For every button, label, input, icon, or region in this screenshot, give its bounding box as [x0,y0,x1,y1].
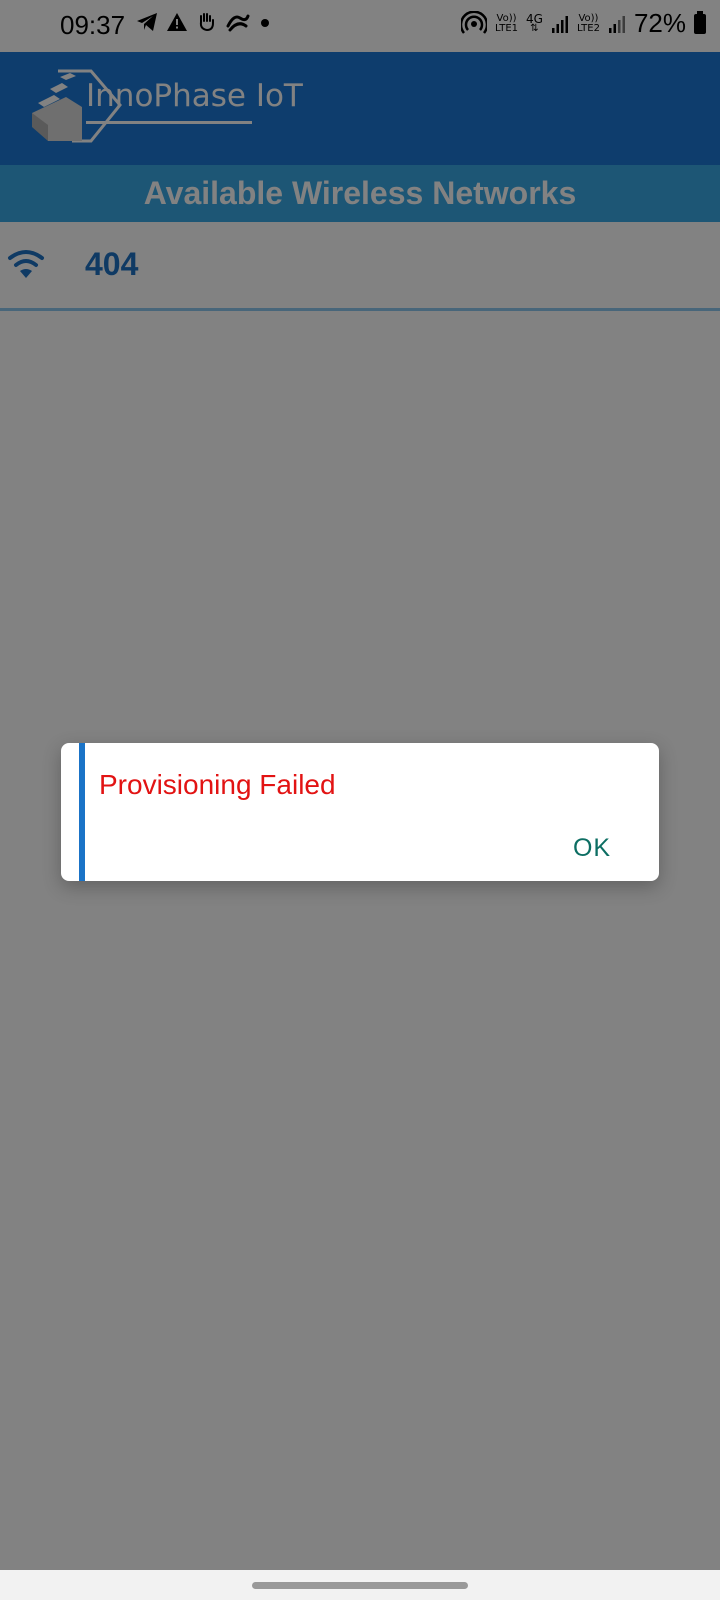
home-gesture-handle[interactable] [252,1582,468,1589]
alert-dialog: Provisioning Failed OK [61,743,659,881]
ok-button[interactable]: OK [553,827,631,869]
dialog-accent-bar [79,743,85,881]
dialog-message: Provisioning Failed [99,769,336,800]
navigation-bar [0,1570,720,1600]
